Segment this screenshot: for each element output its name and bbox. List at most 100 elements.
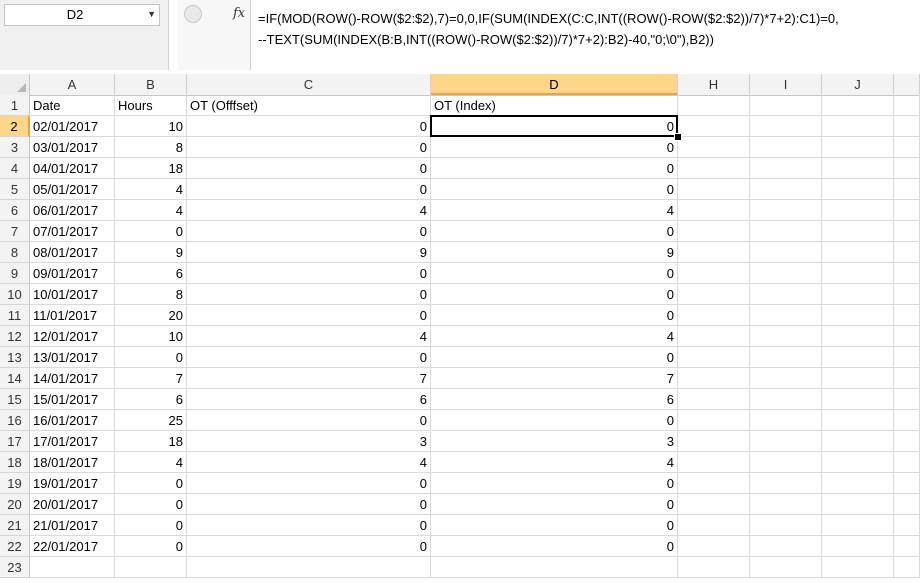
cell-i9[interactable]	[750, 263, 822, 284]
cell-d19[interactable]: 0	[431, 473, 678, 494]
cell-b12[interactable]: 10	[115, 326, 187, 347]
cell-h7[interactable]	[678, 221, 750, 242]
cell-j13[interactable]	[822, 347, 894, 368]
cell-b18[interactable]: 4	[115, 452, 187, 473]
cell-a14[interactable]: 14/01/2017	[30, 368, 115, 389]
cell-a13[interactable]: 13/01/2017	[30, 347, 115, 368]
cell-i19[interactable]	[750, 473, 822, 494]
row-header-17[interactable]: 17	[0, 431, 30, 452]
cell-b6[interactable]: 4	[115, 200, 187, 221]
cell-c7[interactable]: 0	[187, 221, 431, 242]
cell-j4[interactable]	[822, 158, 894, 179]
cell-i3[interactable]	[750, 137, 822, 158]
cell-b15[interactable]: 6	[115, 389, 187, 410]
cell-h14[interactable]	[678, 368, 750, 389]
row-header-10[interactable]: 10	[0, 284, 30, 305]
cell-c18[interactable]: 4	[187, 452, 431, 473]
column-header-d[interactable]: D	[431, 74, 678, 95]
cell-j14[interactable]	[822, 368, 894, 389]
cell-b11[interactable]: 20	[115, 305, 187, 326]
cell-a15[interactable]: 15/01/2017	[30, 389, 115, 410]
cell-d20[interactable]: 0	[431, 494, 678, 515]
row-header-6[interactable]: 6	[0, 200, 30, 221]
cell-d22[interactable]: 0	[431, 536, 678, 557]
cell-b10[interactable]: 8	[115, 284, 187, 305]
cell-c1[interactable]: OT (Offfset)	[187, 95, 431, 116]
row-header-22[interactable]: 22	[0, 536, 30, 557]
cell-i4[interactable]	[750, 158, 822, 179]
cell-j19[interactable]	[822, 473, 894, 494]
row-header-3[interactable]: 3	[0, 137, 30, 158]
cell-b5[interactable]: 4	[115, 179, 187, 200]
cell-d5[interactable]: 0	[431, 179, 678, 200]
cell-d23[interactable]	[431, 557, 678, 578]
cell-i23[interactable]	[750, 557, 822, 578]
cell-a3[interactable]: 03/01/2017	[30, 137, 115, 158]
cell-h18[interactable]	[678, 452, 750, 473]
cell-h15[interactable]	[678, 389, 750, 410]
cell-c19[interactable]: 0	[187, 473, 431, 494]
row-header-20[interactable]: 20	[0, 494, 30, 515]
cell-c2[interactable]: 0	[187, 116, 431, 137]
row-header-5[interactable]: 5	[0, 179, 30, 200]
cell-i8[interactable]	[750, 242, 822, 263]
cell-h10[interactable]	[678, 284, 750, 305]
cell-c5[interactable]: 0	[187, 179, 431, 200]
cell-c8[interactable]: 9	[187, 242, 431, 263]
cell-h1[interactable]	[678, 95, 750, 116]
cell-d1[interactable]: OT (Index)	[431, 95, 678, 116]
row-header-13[interactable]: 13	[0, 347, 30, 368]
cell-b14[interactable]: 7	[115, 368, 187, 389]
cell-c15[interactable]: 6	[187, 389, 431, 410]
cell-h19[interactable]	[678, 473, 750, 494]
cell-i15[interactable]	[750, 389, 822, 410]
cell-a10[interactable]: 10/01/2017	[30, 284, 115, 305]
cell-i2[interactable]	[750, 116, 822, 137]
cell-j8[interactable]	[822, 242, 894, 263]
row-header-21[interactable]: 21	[0, 515, 30, 536]
cell-c3[interactable]: 0	[187, 137, 431, 158]
cell-i14[interactable]	[750, 368, 822, 389]
cell-j2[interactable]	[822, 116, 894, 137]
cell-h5[interactable]	[678, 179, 750, 200]
formula-bar-expand-icon[interactable]	[184, 5, 202, 23]
cell-h4[interactable]	[678, 158, 750, 179]
row-header-1[interactable]: 1	[0, 95, 30, 116]
cell-i10[interactable]	[750, 284, 822, 305]
row-header-8[interactable]: 8	[0, 242, 30, 263]
row-header-14[interactable]: 14	[0, 368, 30, 389]
cell-a2[interactable]: 02/01/2017	[30, 116, 115, 137]
cell-d21[interactable]: 0	[431, 515, 678, 536]
cell-j1[interactable]	[822, 95, 894, 116]
cell-b17[interactable]: 18	[115, 431, 187, 452]
cell-b21[interactable]: 0	[115, 515, 187, 536]
cell-b3[interactable]: 8	[115, 137, 187, 158]
cell-j3[interactable]	[822, 137, 894, 158]
cell-b8[interactable]: 9	[115, 242, 187, 263]
cell-i16[interactable]	[750, 410, 822, 431]
cell-j17[interactable]	[822, 431, 894, 452]
cell-d18[interactable]: 4	[431, 452, 678, 473]
column-header-b[interactable]: B	[115, 74, 187, 95]
row-header-23[interactable]: 23	[0, 557, 30, 578]
cell-a5[interactable]: 05/01/2017	[30, 179, 115, 200]
cell-a20[interactable]: 20/01/2017	[30, 494, 115, 515]
row-header-4[interactable]: 4	[0, 158, 30, 179]
cell-b16[interactable]: 25	[115, 410, 187, 431]
column-header-c[interactable]: C	[187, 74, 431, 95]
cell-i22[interactable]	[750, 536, 822, 557]
cell-d17[interactable]: 3	[431, 431, 678, 452]
cell-h12[interactable]	[678, 326, 750, 347]
cell-a18[interactable]: 18/01/2017	[30, 452, 115, 473]
cell-b13[interactable]: 0	[115, 347, 187, 368]
cell-c4[interactable]: 0	[187, 158, 431, 179]
cell-j20[interactable]	[822, 494, 894, 515]
select-all-corner[interactable]	[0, 74, 30, 95]
cell-b19[interactable]: 0	[115, 473, 187, 494]
cell-d9[interactable]: 0	[431, 263, 678, 284]
cell-c22[interactable]: 0	[187, 536, 431, 557]
cell-j18[interactable]	[822, 452, 894, 473]
cell-d16[interactable]: 0	[431, 410, 678, 431]
cell-d6[interactable]: 4	[431, 200, 678, 221]
row-header-11[interactable]: 11	[0, 305, 30, 326]
